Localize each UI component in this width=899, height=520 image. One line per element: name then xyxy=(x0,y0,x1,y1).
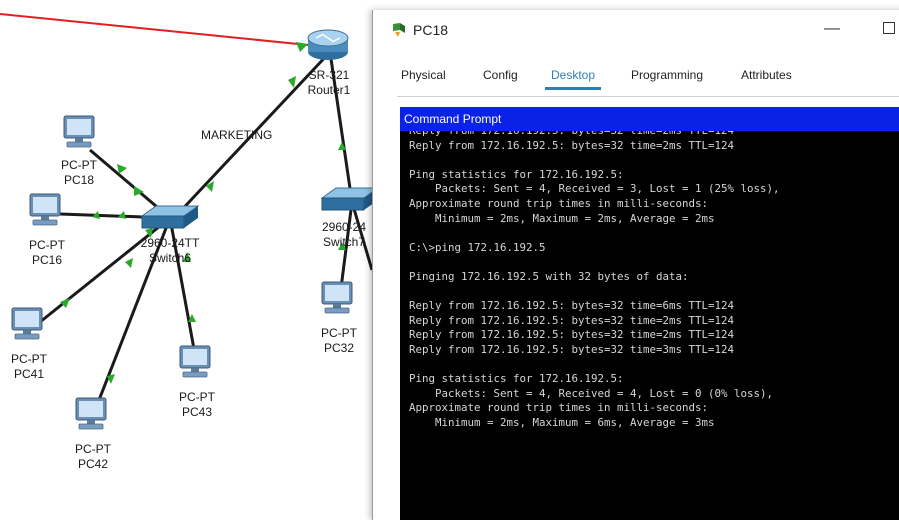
pc-name: PC32 xyxy=(323,341,355,355)
serial-link[interactable] xyxy=(0,13,319,47)
tab-attributes[interactable]: Attributes xyxy=(741,68,792,82)
command-prompt-header: Command Prompt xyxy=(400,107,899,131)
terminal-line: Reply from 172.16.192.5: bytes=32 time=2… xyxy=(409,328,735,342)
pc-type: PC-PT xyxy=(321,326,357,340)
terminal-line: Reply from 172.16.192.5: bytes=32 time=3… xyxy=(409,342,735,356)
switch7-label: 2960-24 Switch7 xyxy=(316,220,372,250)
router-icon[interactable] xyxy=(307,29,349,60)
window-titlebar[interactable]: PC18 — xyxy=(373,10,899,50)
terminal-line: Packets: Sent = 4, Received = 3, Lost = … xyxy=(409,182,780,196)
terminal-line: Reply from 172.16.192.5: bytes=32 time=2… xyxy=(409,138,735,152)
pc43-label: PC-PT PC43 xyxy=(174,390,220,420)
terminal-line: Ping statistics for 172.16.192.5: xyxy=(409,167,624,181)
pc18-window[interactable]: PC18 — Physical Config Desktop Programmi… xyxy=(372,10,899,520)
pc-name: PC43 xyxy=(181,405,213,419)
tab-divider xyxy=(397,96,899,97)
terminal-line: Reply from 172.16.192.5: bytes=32 time=2… xyxy=(409,131,734,137)
switch6-label: 2960-24TT Switch6 xyxy=(138,236,202,266)
pc-type: PC-PT xyxy=(75,442,111,456)
terminal-output: Reply from 172.16.192.5: bytes=32 time=2… xyxy=(409,131,780,430)
pc-type: PC-PT xyxy=(11,352,47,366)
pc42-label: PC-PT PC42 xyxy=(70,442,116,472)
pc32-label: PC-PT PC32 xyxy=(316,326,362,356)
pc16-label: PC-PT PC16 xyxy=(24,238,70,268)
link-lights xyxy=(60,30,346,384)
minimize-button[interactable]: — xyxy=(817,16,847,42)
pc-name: PC16 xyxy=(31,253,63,267)
router-model: SR-321 xyxy=(308,68,350,82)
terminal-line: Reply from 172.16.192.5: bytes=32 time=2… xyxy=(409,313,735,327)
command-prompt-terminal[interactable]: Reply from 172.16.192.5: bytes=32 time=2… xyxy=(400,131,899,520)
pc-icon[interactable] xyxy=(75,397,107,430)
tab-programming[interactable]: Programming xyxy=(631,68,703,82)
pc-type: PC-PT xyxy=(179,390,215,404)
pc-icon[interactable] xyxy=(63,115,95,148)
pc-type: PC-PT xyxy=(29,238,65,252)
terminal-line: C:\>ping 172.16.192.5 xyxy=(409,240,546,254)
terminal-line: Minimum = 2ms, Maximum = 6ms, Average = … xyxy=(409,415,715,429)
terminal-line: Minimum = 2ms, Maximum = 2ms, Average = … xyxy=(409,211,715,225)
router-label: SR-321 Router1 xyxy=(306,68,352,98)
tab-physical[interactable]: Physical xyxy=(401,68,446,82)
switch-name: Switch7 xyxy=(322,235,366,249)
terminal-line: Packets: Sent = 4, Received = 4, Lost = … xyxy=(409,386,774,400)
terminal-line: Approximate round trip times in milli-se… xyxy=(409,401,709,415)
pc-name: PC18 xyxy=(63,173,95,187)
switch-model: 2960-24TT xyxy=(140,236,200,250)
terminal-line: Pinging 172.16.192.5 with 32 bytes of da… xyxy=(409,269,689,283)
switch-model: 2960-24 xyxy=(321,220,367,234)
pc-icon[interactable] xyxy=(11,307,43,340)
window-title: PC18 xyxy=(413,22,449,38)
terminal-line: Approximate round trip times in milli-se… xyxy=(409,196,709,210)
pc-type: PC-PT xyxy=(61,158,97,172)
switch-icon[interactable] xyxy=(321,187,379,211)
terminal-line: Ping statistics for 172.16.192.5: xyxy=(409,372,624,386)
tab-desktop[interactable]: Desktop xyxy=(544,68,602,90)
tab-config[interactable]: Config xyxy=(483,68,518,82)
pc18-label: PC-PT PC18 xyxy=(56,158,102,188)
pc41-label: PC-PT PC41 xyxy=(6,352,52,382)
router-name: Router1 xyxy=(307,83,351,97)
pc-name: PC42 xyxy=(77,457,109,471)
pc-icon[interactable] xyxy=(321,281,353,314)
terminal-line: Reply from 172.16.192.5: bytes=32 time=6… xyxy=(409,299,735,313)
switch-name: Switch6 xyxy=(148,251,192,265)
switch-icon[interactable] xyxy=(141,205,199,229)
network-label: MARKETING xyxy=(201,128,273,142)
device-tabs: Physical Config Desktop Programming Attr… xyxy=(397,62,817,94)
pc-icon[interactable] xyxy=(29,193,61,226)
pc-icon[interactable] xyxy=(179,345,211,378)
maximize-button[interactable] xyxy=(883,22,895,34)
pc-name: PC41 xyxy=(13,367,45,381)
pc-icon xyxy=(393,23,405,37)
